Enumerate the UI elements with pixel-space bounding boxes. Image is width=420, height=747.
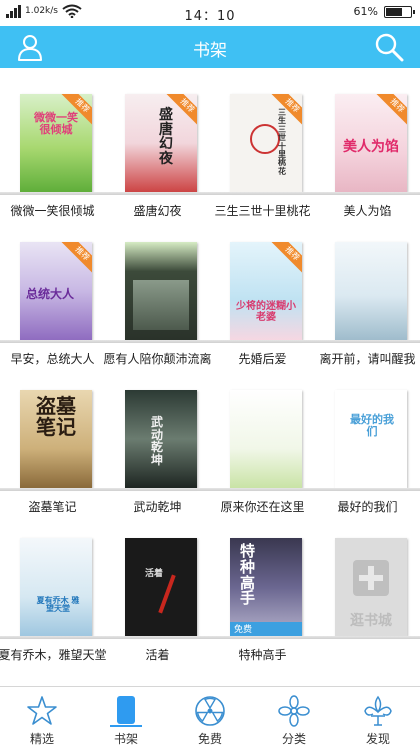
free-badge: 免费	[234, 625, 253, 635]
book-item[interactable]: 离开前，请叫醒我	[315, 242, 420, 390]
book-title: 特种高手	[238, 648, 287, 662]
search-icon[interactable]	[374, 32, 404, 62]
book-item[interactable]: 盛唐幻夜 推荐 盛唐幻夜	[105, 94, 210, 242]
nav-discover[interactable]: 发现	[336, 687, 420, 747]
book-item[interactable]: 三生三世十里桃花 推荐 三生三世十里桃花	[210, 94, 315, 242]
book-title: 盛唐幻夜	[133, 204, 182, 218]
nav-label: 书架	[113, 732, 138, 746]
book-cover[interactable]: 盗墓笔记	[20, 390, 92, 488]
bookshelf: 微微一笑很倾城 推荐 微微一笑很倾城 盛唐幻夜 推荐 盛唐幻夜 三生三世十里桃花…	[0, 68, 420, 686]
status-right: 61%	[353, 5, 415, 18]
book-title: 愿有人陪你颠沛流离	[103, 352, 212, 366]
book-cover[interactable]	[125, 242, 197, 340]
book-item[interactable]: 总统大人 推荐 早安，总统大人	[0, 242, 105, 390]
book-title: 三生三世十里桃花	[214, 204, 311, 218]
book-cover[interactable]: 最好的我们	[335, 390, 407, 488]
book-title: 原来你还在这里	[220, 500, 305, 514]
radiation-icon	[195, 696, 225, 726]
star-icon	[27, 696, 57, 725]
shelf-divider	[0, 488, 420, 491]
fleur-icon	[364, 695, 392, 726]
shelf-divider	[0, 340, 420, 343]
nav-label: 发现	[365, 732, 390, 746]
book-title: 盗墓笔记	[28, 500, 77, 514]
book-cover[interactable]: 特种高手 免费	[230, 538, 302, 636]
book-item[interactable]: 少将的迷糊小老婆 推荐 先婚后爱	[210, 242, 315, 390]
page-title: 书架	[193, 41, 227, 61]
plus-icon	[353, 560, 389, 596]
book-title: 先婚后爱	[238, 352, 287, 366]
status-bar: 1.02k/s 14：10 61%	[0, 0, 420, 26]
book-title: 最好的我们	[337, 500, 398, 514]
book-cover[interactable]	[335, 242, 407, 340]
book-cover[interactable]: 三生三世十里桃花 推荐	[230, 94, 302, 192]
book-title: 早安，总统大人	[10, 352, 95, 366]
book-title: 微微一笑很倾城	[10, 204, 95, 218]
book-cover[interactable]: 少将的迷糊小老婆 推荐	[230, 242, 302, 340]
book-title: 活着	[145, 648, 170, 662]
book-cover[interactable]: 武动乾坤	[125, 390, 197, 488]
nav-category[interactable]: 分类	[252, 687, 336, 747]
book-item[interactable]: 愿有人陪你颠沛流离	[103, 242, 212, 390]
book-item[interactable]: 最好的我们 最好的我们	[315, 390, 420, 538]
bottom-nav: 精选 书架 免费 分类 发现	[0, 686, 420, 747]
nav-label: 精选	[29, 732, 54, 746]
book-title: 离开前，请叫醒我	[319, 352, 416, 366]
book-item[interactable]: 美人为馅 推荐 美人为馅	[315, 94, 420, 242]
nav-label: 分类	[281, 732, 306, 746]
battery-percent: 61%	[353, 5, 378, 18]
book-cover[interactable]: 盛唐幻夜 推荐	[125, 94, 197, 192]
app-header: 书架	[0, 26, 420, 68]
shelf-divider	[0, 636, 420, 639]
book-item[interactable]: 活着 活着	[105, 538, 210, 686]
book-item[interactable]: 特种高手 免费 特种高手	[210, 538, 315, 686]
nav-bookshelf[interactable]: 书架	[84, 687, 168, 747]
nav-free[interactable]: 免费	[168, 687, 252, 747]
book-title: 武动乾坤	[133, 500, 182, 514]
book-item[interactable]: 夏有乔木 雅望天堂 夏有乔木，雅望天堂	[0, 538, 107, 686]
book-cover[interactable]	[230, 390, 302, 488]
flower-icon	[278, 695, 310, 727]
book-cover[interactable]: 夏有乔木 雅望天堂	[20, 538, 92, 636]
browse-store-tile[interactable]: 逛书城	[315, 538, 420, 686]
bookshelf-icon	[110, 696, 142, 727]
shelf-divider	[0, 192, 420, 195]
book-cover[interactable]: 微微一笑很倾城 推荐	[20, 94, 92, 192]
battery-icon	[384, 5, 415, 18]
book-item[interactable]: 微微一笑很倾城 推荐 微微一笑很倾城	[0, 94, 105, 242]
nav-label: 免费	[197, 732, 222, 746]
book-item[interactable]: 武动乾坤 武动乾坤	[105, 390, 210, 538]
book-title: 美人为馅	[343, 204, 392, 218]
book-item[interactable]: 盗墓笔记 盗墓笔记	[0, 390, 105, 538]
browse-store-cover[interactable]: 逛书城	[335, 538, 407, 636]
nav-featured[interactable]: 精选	[0, 687, 84, 747]
browse-store-label: 逛书城	[350, 613, 392, 629]
book-cover[interactable]: 美人为馅 推荐	[335, 94, 407, 192]
book-item[interactable]: 原来你还在这里	[210, 390, 315, 538]
book-cover[interactable]: 总统大人 推荐	[20, 242, 92, 340]
book-cover[interactable]: 活着	[125, 538, 197, 636]
book-title: 夏有乔木，雅望天堂	[0, 648, 107, 662]
